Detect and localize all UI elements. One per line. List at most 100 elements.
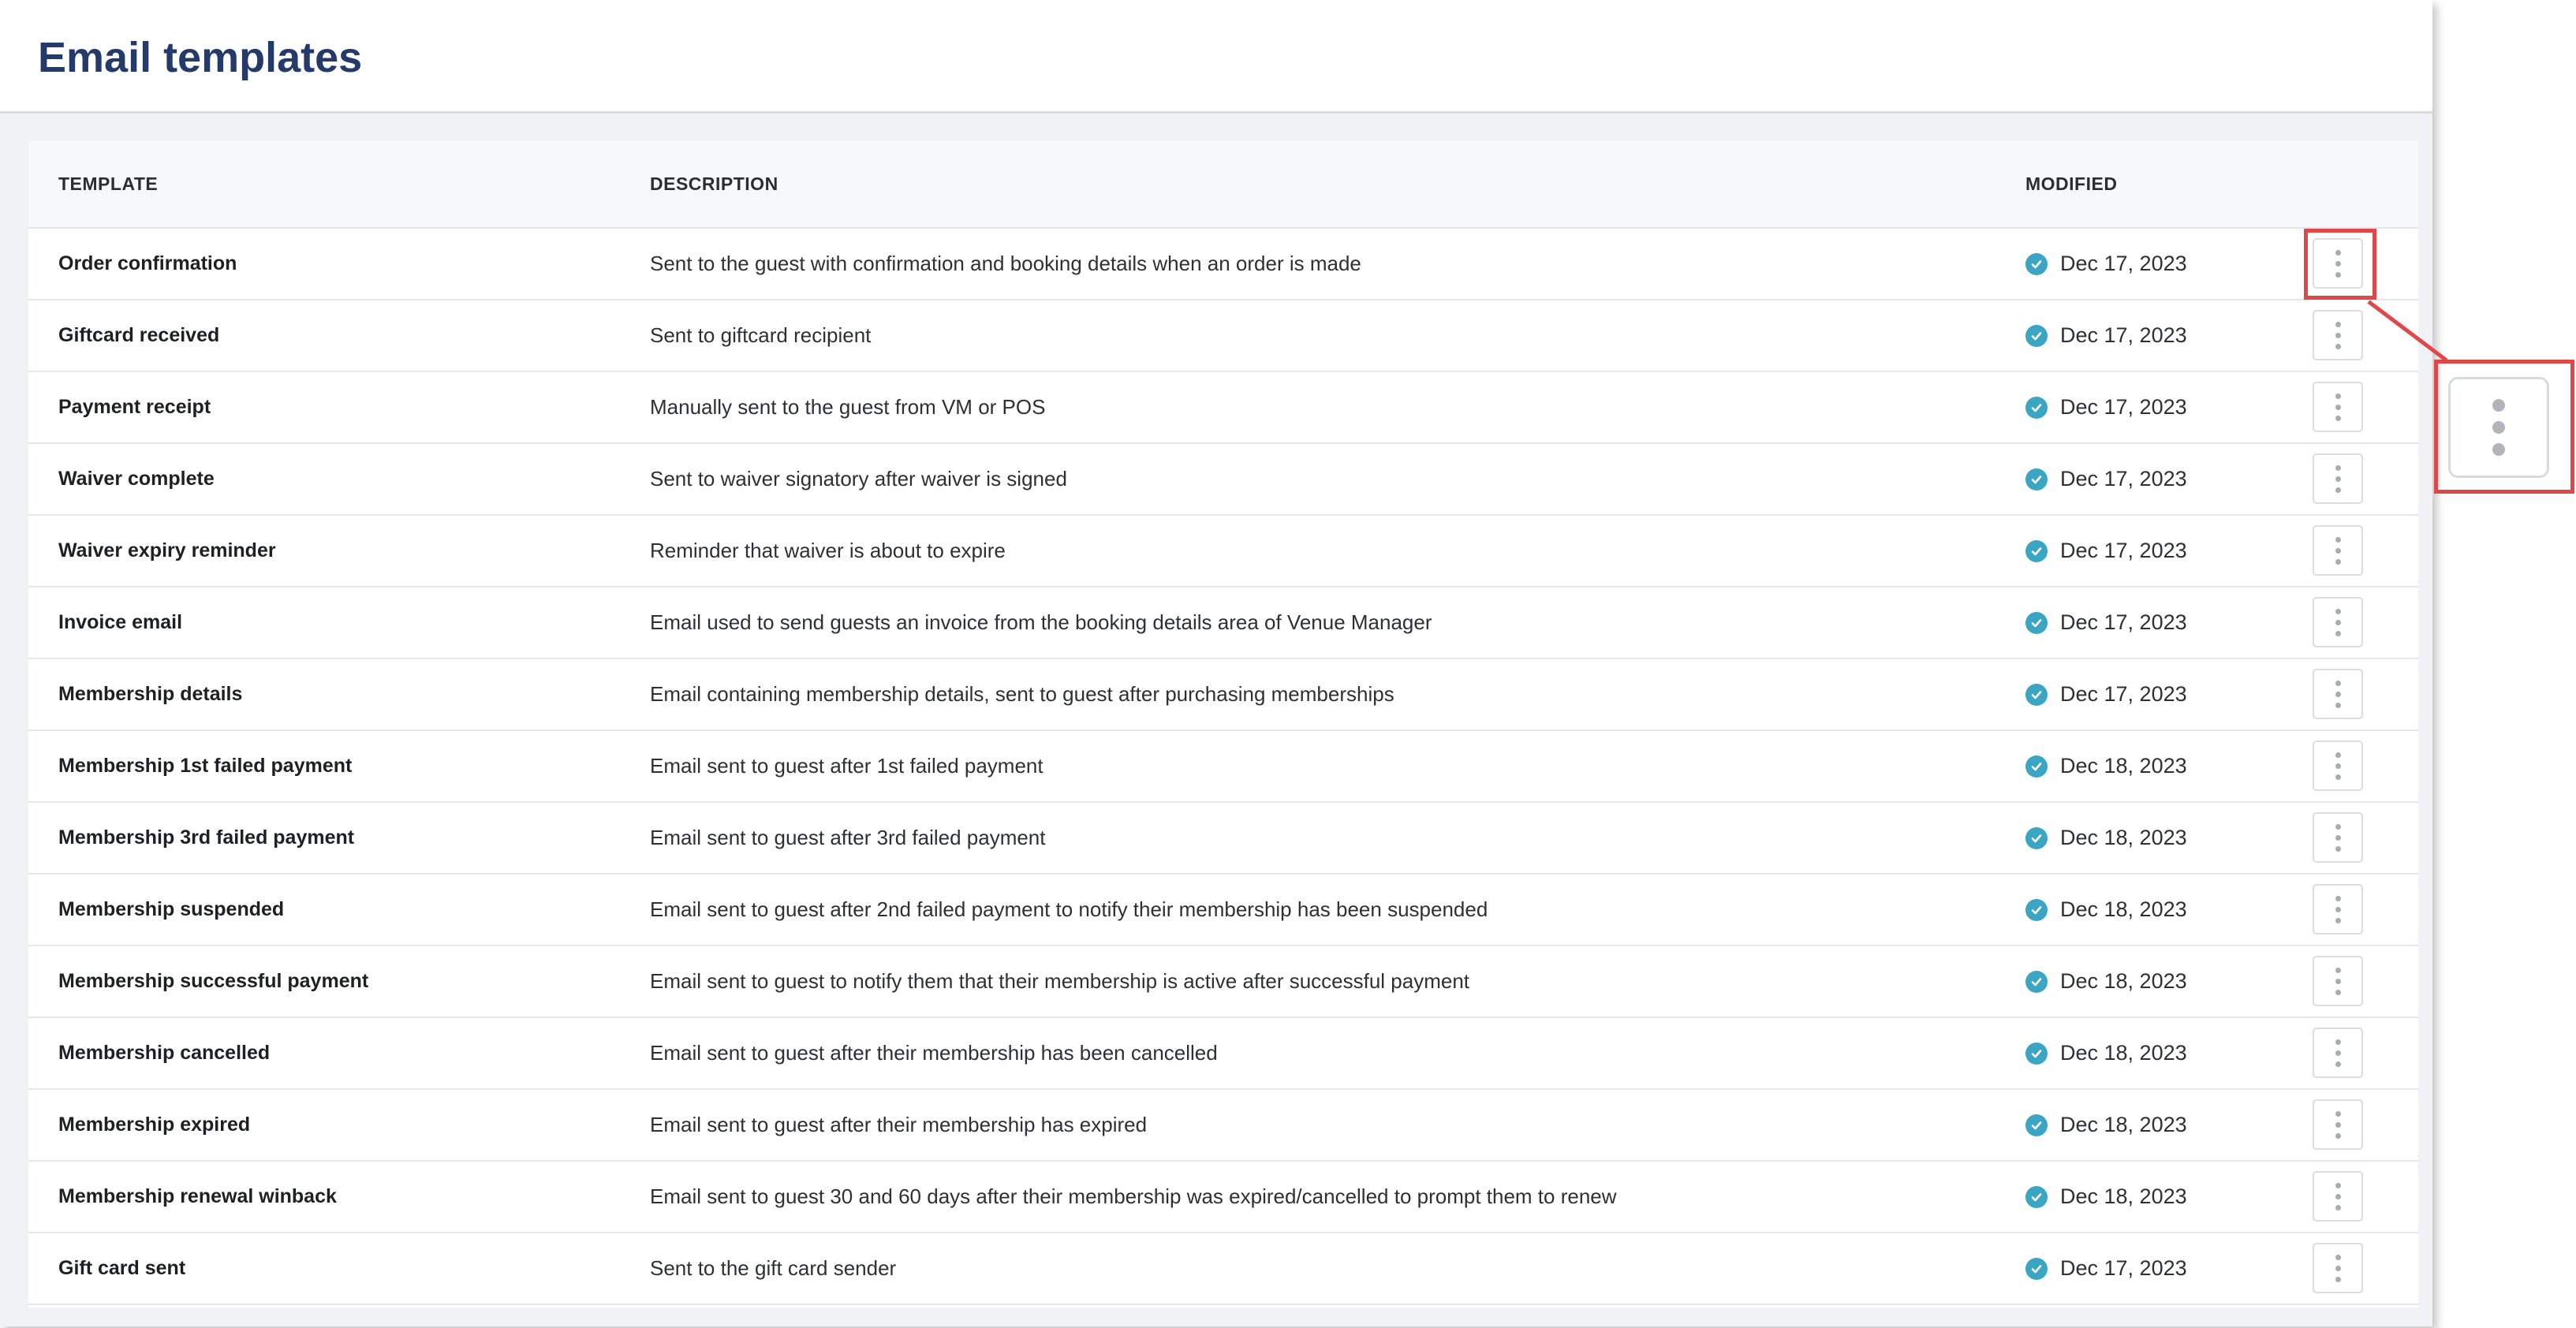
table-row[interactable]: Membership suspended Email sent to guest… xyxy=(28,875,2418,946)
template-name[interactable]: Membership successful payment xyxy=(58,946,368,1017)
modified-date: Dec 18, 2023 xyxy=(2060,897,2187,921)
modified-date: Dec 17, 2023 xyxy=(2060,539,2187,562)
row-actions-button[interactable] xyxy=(2313,453,2363,504)
template-description: Reminder that waiver is about to expire xyxy=(650,539,1006,562)
modified-cell: Dec 17, 2023 xyxy=(2025,300,2187,371)
table-row[interactable]: Gift card sent Sent to the gift card sen… xyxy=(28,1233,2418,1305)
table-row[interactable]: Waiver expiry reminder Reminder that wai… xyxy=(28,516,2418,588)
table-header: TEMPLATE DESCRIPTION MODIFIED xyxy=(28,140,2418,229)
kebab-menu-icon xyxy=(2335,393,2341,399)
check-circle-icon xyxy=(2025,826,2048,849)
template-name[interactable]: Membership cancelled xyxy=(58,1018,270,1088)
check-circle-icon xyxy=(2025,1042,2048,1065)
page-title: Email templates xyxy=(38,34,363,81)
modified-cell: Dec 18, 2023 xyxy=(2025,875,2187,945)
app-window: Email templates TEMPLATE DESCRIPTION MOD… xyxy=(0,0,2432,1326)
template-name[interactable]: Waiver complete xyxy=(58,444,215,514)
modified-cell: Dec 18, 2023 xyxy=(2025,1018,2187,1088)
row-actions-button[interactable] xyxy=(2313,310,2363,360)
template-description: Email sent to guest 30 and 60 days after… xyxy=(650,1184,1617,1208)
template-name[interactable]: Membership renewal winback xyxy=(58,1162,337,1232)
template-name[interactable]: Payment receipt xyxy=(58,372,211,442)
modified-cell: Dec 17, 2023 xyxy=(2025,516,2187,586)
table-body: Order confirmation Sent to the guest wit… xyxy=(28,229,2418,1305)
template-description: Sent to waiver signatory after waiver is… xyxy=(650,467,1067,491)
row-actions-button[interactable] xyxy=(2313,525,2363,576)
row-actions-button[interactable] xyxy=(2313,597,2363,647)
template-name[interactable]: Waiver expiry reminder xyxy=(58,516,276,586)
check-circle-icon xyxy=(2025,898,2048,921)
modified-date: Dec 17, 2023 xyxy=(2060,467,2187,491)
modified-cell: Dec 18, 2023 xyxy=(2025,803,2187,873)
row-actions-button[interactable] xyxy=(2313,1243,2363,1293)
template-name[interactable]: Membership expired xyxy=(58,1090,250,1160)
table-row[interactable]: Order confirmation Sent to the guest wit… xyxy=(28,229,2418,300)
table-row[interactable]: Membership details Email containing memb… xyxy=(28,659,2418,731)
row-actions-button[interactable] xyxy=(2313,1099,2363,1150)
kebab-menu-icon xyxy=(2335,1182,2341,1188)
kebab-menu-icon xyxy=(2335,464,2341,471)
column-header-description[interactable]: DESCRIPTION xyxy=(650,173,778,195)
row-actions-button[interactable] xyxy=(2313,382,2363,432)
check-circle-icon xyxy=(2025,970,2048,993)
template-description: Sent to the guest with confirmation and … xyxy=(650,252,1361,275)
table-row[interactable]: Membership cancelled Email sent to guest… xyxy=(28,1018,2418,1090)
row-actions-button[interactable] xyxy=(2313,740,2363,791)
template-description: Email sent to guest after their membersh… xyxy=(650,1113,1148,1136)
modified-cell: Dec 17, 2023 xyxy=(2025,1233,2187,1304)
row-actions-button[interactable] xyxy=(2313,1171,2363,1222)
kebab-menu-icon xyxy=(2335,967,2341,973)
table-row[interactable]: Waiver complete Sent to waiver signatory… xyxy=(28,444,2418,516)
template-name[interactable]: Order confirmation xyxy=(58,229,237,299)
row-actions-button[interactable] xyxy=(2313,956,2363,1006)
template-name[interactable]: Membership 1st failed payment xyxy=(58,731,352,801)
modified-cell: Dec 18, 2023 xyxy=(2025,731,2187,801)
template-name[interactable]: Membership suspended xyxy=(58,875,284,945)
row-actions-button[interactable] xyxy=(2313,884,2363,934)
modified-cell: Dec 18, 2023 xyxy=(2025,946,2187,1017)
modified-cell: Dec 17, 2023 xyxy=(2025,372,2187,442)
modified-date: Dec 18, 2023 xyxy=(2060,1184,2187,1208)
template-name[interactable]: Giftcard received xyxy=(58,300,219,371)
template-name[interactable]: Membership details xyxy=(58,659,242,729)
column-header-template[interactable]: TEMPLATE xyxy=(58,173,158,195)
template-name[interactable]: Membership 3rd failed payment xyxy=(58,803,354,873)
row-actions-button[interactable] xyxy=(2313,812,2363,863)
template-name[interactable]: Invoice email xyxy=(58,588,182,658)
kebab-menu-icon xyxy=(2335,608,2341,614)
email-templates-table: TEMPLATE DESCRIPTION MODIFIED Order conf… xyxy=(28,140,2418,1307)
modified-date: Dec 18, 2023 xyxy=(2060,969,2187,993)
modified-date: Dec 17, 2023 xyxy=(2060,395,2187,419)
kebab-menu-icon xyxy=(2335,680,2341,686)
modified-date: Dec 18, 2023 xyxy=(2060,826,2187,849)
modified-cell: Dec 18, 2023 xyxy=(2025,1090,2187,1160)
check-circle-icon xyxy=(2025,468,2048,491)
table-row[interactable]: Membership renewal winback Email sent to… xyxy=(28,1162,2418,1233)
row-actions-button[interactable] xyxy=(2313,1028,2363,1078)
check-circle-icon xyxy=(2025,324,2048,347)
column-header-modified[interactable]: MODIFIED xyxy=(2025,173,2117,195)
check-circle-icon xyxy=(2025,539,2048,562)
table-row[interactable]: Membership 1st failed payment Email sent… xyxy=(28,731,2418,803)
table-row[interactable]: Membership 3rd failed payment Email sent… xyxy=(28,803,2418,875)
modified-cell: Dec 17, 2023 xyxy=(2025,659,2187,729)
page-header: Email templates xyxy=(0,0,2432,114)
template-description: Email sent to guest to notify them that … xyxy=(650,969,1470,993)
modified-date: Dec 18, 2023 xyxy=(2060,1113,2187,1136)
modified-cell: Dec 17, 2023 xyxy=(2025,588,2187,658)
template-name[interactable]: Gift card sent xyxy=(58,1233,185,1304)
template-description: Email sent to guest after 3rd failed pay… xyxy=(650,826,1046,849)
zoomed-kebab-menu-icon xyxy=(2448,377,2549,478)
table-row[interactable]: Invoice email Email used to send guests … xyxy=(28,588,2418,659)
row-actions-button[interactable] xyxy=(2313,669,2363,719)
table-row[interactable]: Membership successful payment Email sent… xyxy=(28,946,2418,1018)
kebab-menu-icon xyxy=(2335,752,2341,758)
check-circle-icon xyxy=(2025,683,2048,706)
table-row[interactable]: Payment receipt Manually sent to the gue… xyxy=(28,372,2418,444)
table-row[interactable]: Giftcard received Sent to giftcard recip… xyxy=(28,300,2418,372)
check-circle-icon xyxy=(2025,1257,2048,1280)
kebab-menu-icon xyxy=(2335,823,2341,830)
table-row[interactable]: Membership expired Email sent to guest a… xyxy=(28,1090,2418,1162)
modified-date: Dec 17, 2023 xyxy=(2060,682,2187,706)
template-description: Sent to giftcard recipient xyxy=(650,323,872,347)
